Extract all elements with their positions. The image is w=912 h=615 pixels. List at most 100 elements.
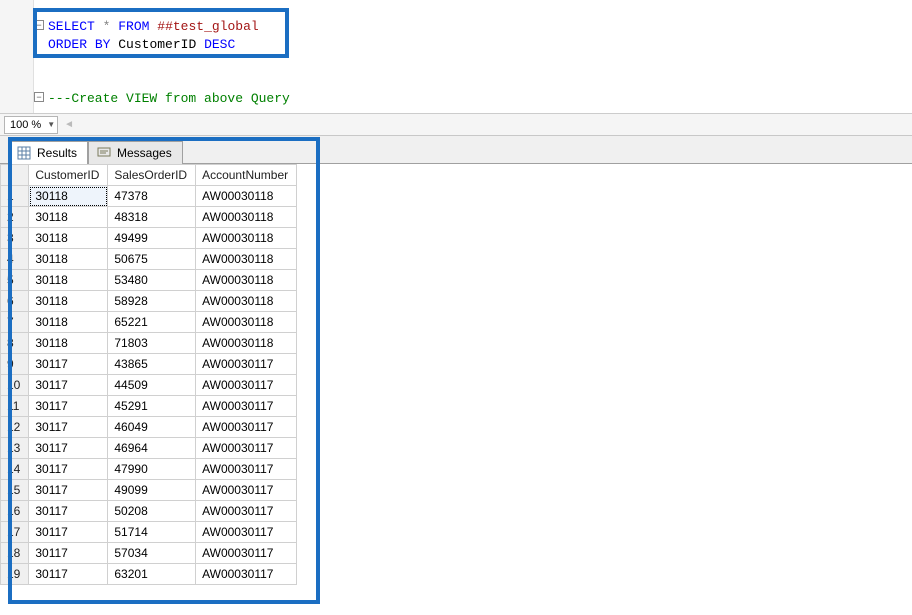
row-number[interactable]: 3 bbox=[1, 228, 29, 249]
table-row[interactable]: 73011865221AW00030118 bbox=[1, 312, 297, 333]
cell-customerid[interactable]: 30117 bbox=[29, 438, 108, 459]
row-number[interactable]: 10 bbox=[1, 375, 29, 396]
cell-accountnumber[interactable]: AW00030117 bbox=[196, 480, 297, 501]
table-row[interactable]: 43011850675AW00030118 bbox=[1, 249, 297, 270]
tab-messages[interactable]: Messages bbox=[88, 141, 183, 164]
row-number[interactable]: 16 bbox=[1, 501, 29, 522]
cell-accountnumber[interactable]: AW00030118 bbox=[196, 249, 297, 270]
cell-customerid[interactable]: 30117 bbox=[29, 522, 108, 543]
cell-salesorderid[interactable]: 43865 bbox=[108, 354, 196, 375]
cell-accountnumber[interactable]: AW00030117 bbox=[196, 564, 297, 585]
row-number[interactable]: 13 bbox=[1, 438, 29, 459]
cell-salesorderid[interactable]: 51714 bbox=[108, 522, 196, 543]
cell-accountnumber[interactable]: AW00030117 bbox=[196, 417, 297, 438]
row-number[interactable]: 17 bbox=[1, 522, 29, 543]
table-row[interactable]: 33011849499AW00030118 bbox=[1, 228, 297, 249]
cell-accountnumber[interactable]: AW00030117 bbox=[196, 522, 297, 543]
cell-customerid[interactable]: 30118 bbox=[29, 270, 108, 291]
cell-customerid[interactable]: 30117 bbox=[29, 480, 108, 501]
cell-salesorderid[interactable]: 45291 bbox=[108, 396, 196, 417]
cell-accountnumber[interactable]: AW00030118 bbox=[196, 333, 297, 354]
table-row[interactable]: 123011746049AW00030117 bbox=[1, 417, 297, 438]
table-row[interactable]: 173011751714AW00030117 bbox=[1, 522, 297, 543]
cell-salesorderid[interactable]: 50675 bbox=[108, 249, 196, 270]
cell-accountnumber[interactable]: AW00030118 bbox=[196, 270, 297, 291]
cell-accountnumber[interactable]: AW00030117 bbox=[196, 438, 297, 459]
row-number[interactable]: 14 bbox=[1, 459, 29, 480]
cell-salesorderid[interactable]: 63201 bbox=[108, 564, 196, 585]
cell-customerid[interactable]: 30117 bbox=[29, 543, 108, 564]
sql-editor[interactable]: − − SELECT * FROM ##test_global ORDER BY… bbox=[0, 0, 912, 114]
nav-left-icon[interactable]: ◄ bbox=[64, 119, 74, 130]
cell-accountnumber[interactable]: AW00030117 bbox=[196, 354, 297, 375]
table-row[interactable]: 63011858928AW00030118 bbox=[1, 291, 297, 312]
table-row[interactable]: 113011745291AW00030117 bbox=[1, 396, 297, 417]
zoom-dropdown[interactable]: 100 % ▼ bbox=[4, 116, 58, 134]
cell-salesorderid[interactable]: 49499 bbox=[108, 228, 196, 249]
cell-accountnumber[interactable]: AW00030118 bbox=[196, 291, 297, 312]
cell-customerid[interactable]: 30118 bbox=[29, 207, 108, 228]
cell-customerid[interactable]: 30117 bbox=[29, 417, 108, 438]
row-number[interactable]: 7 bbox=[1, 312, 29, 333]
cell-customerid[interactable]: 30118 bbox=[29, 312, 108, 333]
sql-blank-line[interactable] bbox=[34, 54, 290, 72]
row-number[interactable]: 15 bbox=[1, 480, 29, 501]
cell-accountnumber[interactable]: AW00030118 bbox=[196, 186, 297, 207]
row-number[interactable]: 18 bbox=[1, 543, 29, 564]
col-header-salesorderid[interactable]: SalesOrderID bbox=[108, 165, 196, 186]
table-row[interactable]: 193011763201AW00030117 bbox=[1, 564, 297, 585]
cell-accountnumber[interactable]: AW00030117 bbox=[196, 459, 297, 480]
cell-accountnumber[interactable]: AW00030118 bbox=[196, 228, 297, 249]
table-row[interactable]: 163011750208AW00030117 bbox=[1, 501, 297, 522]
cell-accountnumber[interactable]: AW00030117 bbox=[196, 396, 297, 417]
cell-salesorderid[interactable]: 49099 bbox=[108, 480, 196, 501]
table-row[interactable]: 83011871803AW00030118 bbox=[1, 333, 297, 354]
sql-line-2[interactable]: ORDER BY CustomerID DESC bbox=[34, 36, 290, 54]
row-number[interactable]: 5 bbox=[1, 270, 29, 291]
cell-salesorderid[interactable]: 58928 bbox=[108, 291, 196, 312]
results-grid-wrap[interactable]: CustomerID SalesOrderID AccountNumber 13… bbox=[0, 164, 912, 615]
row-number[interactable]: 1 bbox=[1, 186, 29, 207]
cell-salesorderid[interactable]: 57034 bbox=[108, 543, 196, 564]
row-number[interactable]: 2 bbox=[1, 207, 29, 228]
col-header-customerid[interactable]: CustomerID bbox=[29, 165, 108, 186]
cell-accountnumber[interactable]: AW00030118 bbox=[196, 207, 297, 228]
table-row[interactable]: 93011743865AW00030117 bbox=[1, 354, 297, 375]
table-row[interactable]: 153011749099AW00030117 bbox=[1, 480, 297, 501]
cell-salesorderid[interactable]: 71803 bbox=[108, 333, 196, 354]
cell-customerid[interactable]: 30118 bbox=[29, 186, 108, 207]
code-lines[interactable]: SELECT * FROM ##test_global ORDER BY Cus… bbox=[34, 0, 290, 108]
row-number[interactable]: 6 bbox=[1, 291, 29, 312]
cell-salesorderid[interactable]: 47378 bbox=[108, 186, 196, 207]
cell-customerid[interactable]: 30117 bbox=[29, 564, 108, 585]
table-row[interactable]: 23011848318AW00030118 bbox=[1, 207, 297, 228]
col-header-accountnumber[interactable]: AccountNumber bbox=[196, 165, 297, 186]
cell-customerid[interactable]: 30117 bbox=[29, 375, 108, 396]
cell-salesorderid[interactable]: 53480 bbox=[108, 270, 196, 291]
cell-accountnumber[interactable]: AW00030117 bbox=[196, 501, 297, 522]
cell-customerid[interactable]: 30118 bbox=[29, 291, 108, 312]
cell-salesorderid[interactable]: 47990 bbox=[108, 459, 196, 480]
table-row[interactable]: 133011746964AW00030117 bbox=[1, 438, 297, 459]
row-number[interactable]: 8 bbox=[1, 333, 29, 354]
tab-results[interactable]: Results bbox=[8, 141, 88, 164]
sql-comment-line[interactable]: ---Create VIEW from above Query bbox=[34, 90, 290, 108]
cell-accountnumber[interactable]: AW00030117 bbox=[196, 375, 297, 396]
row-number[interactable]: 19 bbox=[1, 564, 29, 585]
cell-customerid[interactable]: 30118 bbox=[29, 249, 108, 270]
table-row[interactable]: 143011747990AW00030117 bbox=[1, 459, 297, 480]
cell-customerid[interactable]: 30118 bbox=[29, 228, 108, 249]
table-row[interactable]: 103011744509AW00030117 bbox=[1, 375, 297, 396]
row-number[interactable]: 9 bbox=[1, 354, 29, 375]
sql-blank-line[interactable] bbox=[34, 72, 290, 90]
table-row[interactable]: 53011853480AW00030118 bbox=[1, 270, 297, 291]
cell-salesorderid[interactable]: 46964 bbox=[108, 438, 196, 459]
table-row[interactable]: 183011757034AW00030117 bbox=[1, 543, 297, 564]
cell-salesorderid[interactable]: 65221 bbox=[108, 312, 196, 333]
cell-salesorderid[interactable]: 50208 bbox=[108, 501, 196, 522]
cell-customerid[interactable]: 30117 bbox=[29, 459, 108, 480]
cell-customerid[interactable]: 30118 bbox=[29, 333, 108, 354]
cell-accountnumber[interactable]: AW00030118 bbox=[196, 312, 297, 333]
cell-customerid[interactable]: 30117 bbox=[29, 501, 108, 522]
cell-customerid[interactable]: 30117 bbox=[29, 396, 108, 417]
